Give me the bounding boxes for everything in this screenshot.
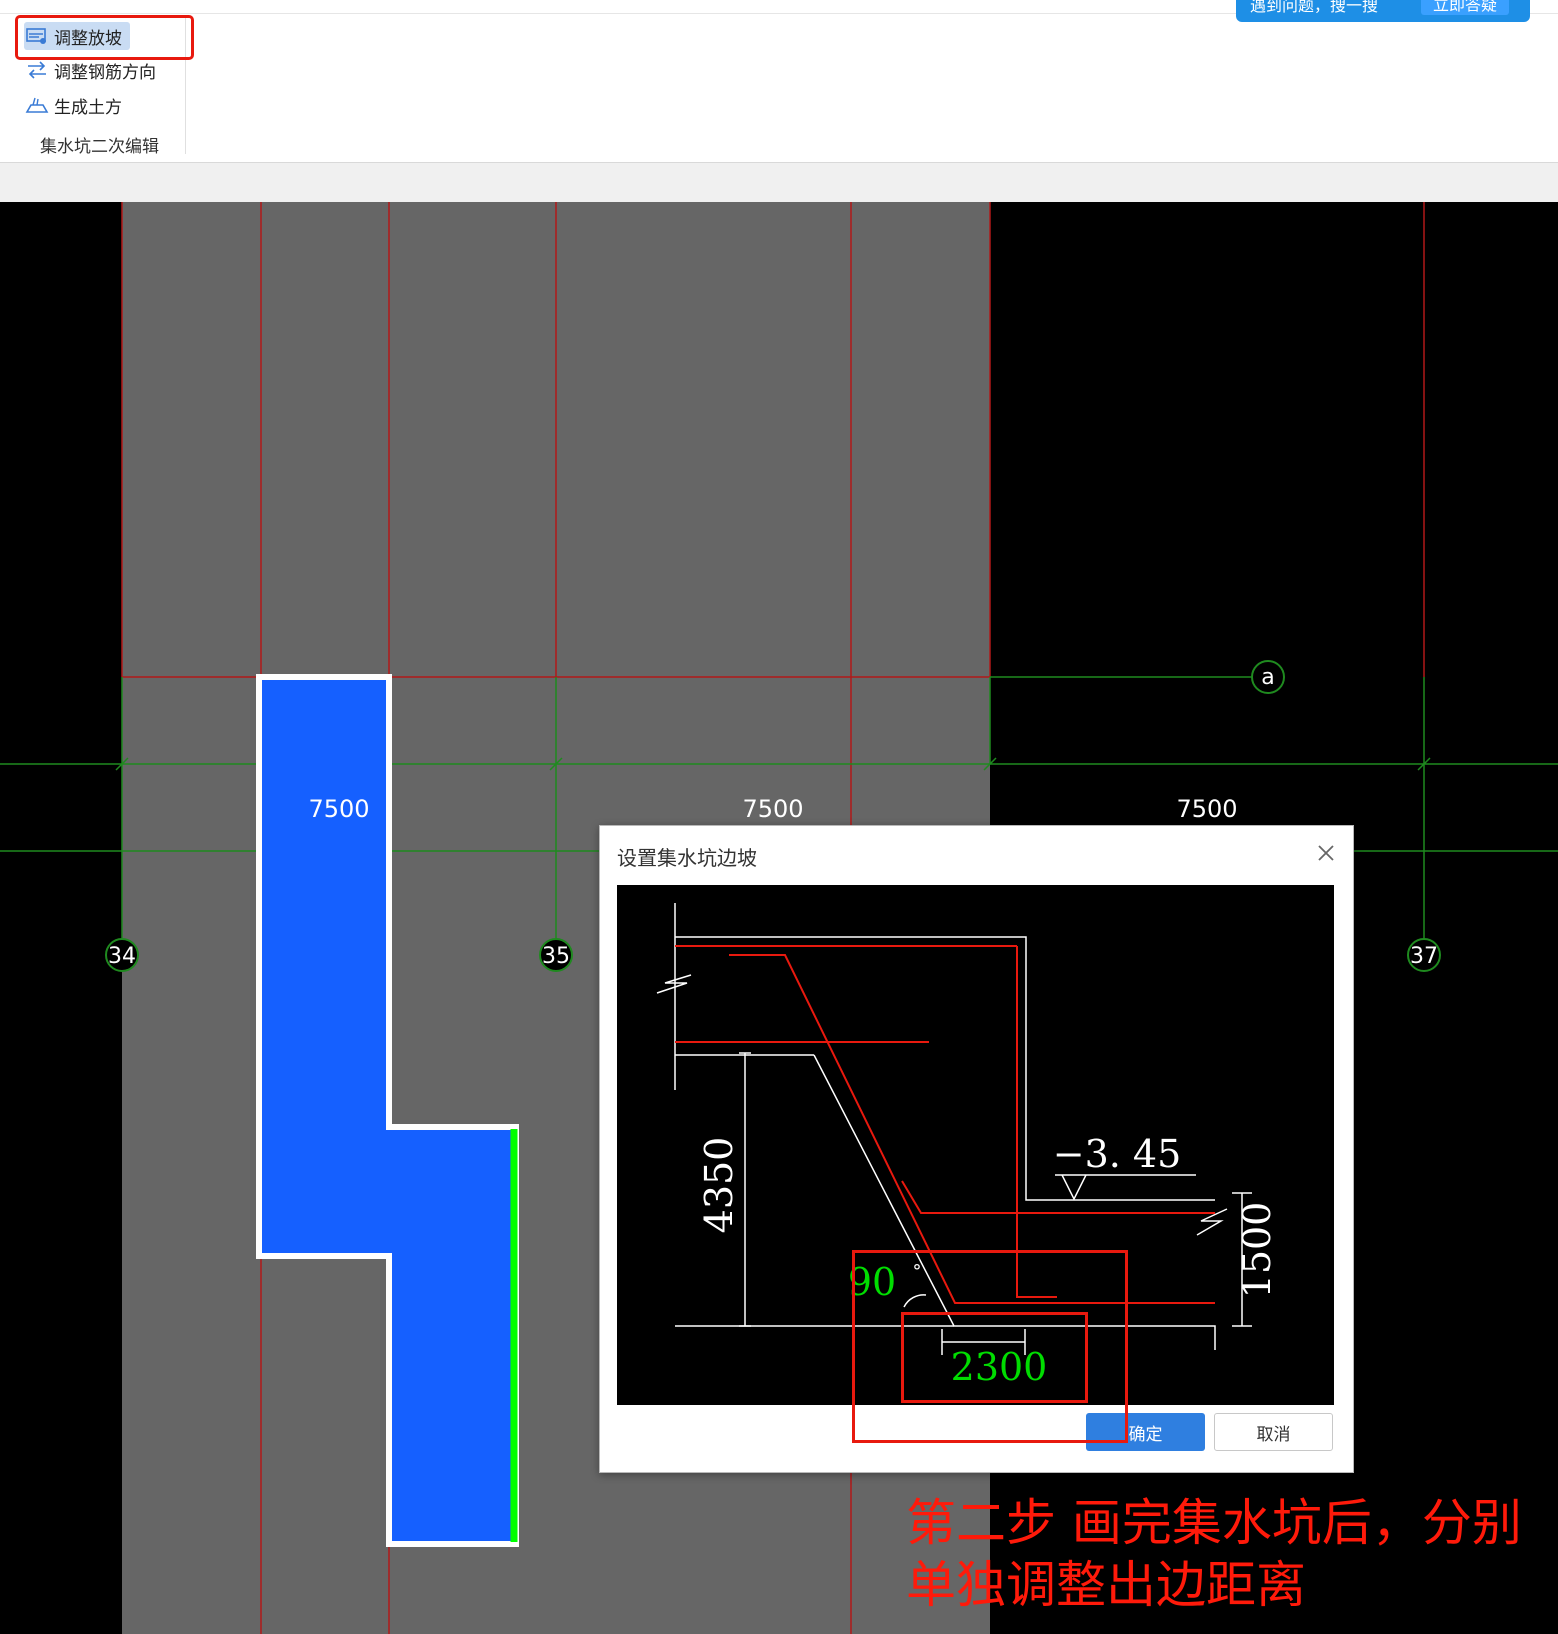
span-label: 7500 (1176, 795, 1237, 823)
axis-marker-34: 34 (105, 938, 139, 972)
cancel-button[interactable]: 取消 (1214, 1413, 1333, 1451)
help-answer-button[interactable]: 立即答疑 (1421, 0, 1509, 15)
axis-marker-label: 35 (542, 944, 570, 969)
span-label: 7500 (308, 795, 369, 823)
depth-label: 4350 (697, 1137, 741, 1234)
axis-marker-a: a (1251, 660, 1285, 694)
ribbon-toolbar: 调整放坡 调整钢筋方向 生成土方 集水坑二次编辑 遇到问题，搜一搜 立即答疑 (0, 0, 1558, 163)
adjust-rebar-direction-label: 调整钢筋方向 (54, 62, 156, 82)
elevation-label: −3. 45 (1053, 1132, 1182, 1176)
ribbon-group-label: 集水坑二次编辑 (40, 137, 159, 156)
axis-marker-label: a (1261, 665, 1274, 690)
adjust-rebar-direction-button[interactable]: 调整钢筋方向 (24, 56, 164, 84)
highlight-box-ribbon (15, 15, 194, 60)
dialog-title: 设置集水坑边坡 (617, 848, 757, 870)
highlight-box-offset (901, 1312, 1088, 1403)
axis-marker-37: 37 (1407, 938, 1441, 972)
rebar-direction-icon (24, 59, 50, 81)
tutorial-annotation: 第二步 画完集水坑后，分别单独调整出边距离 (906, 1494, 1522, 1614)
close-icon[interactable] (1313, 840, 1339, 866)
axis-marker-35: 35 (539, 938, 573, 972)
help-banner-text: 遇到问题，搜一搜 (1250, 0, 1379, 15)
thickness-label: 1500 (1235, 1202, 1279, 1299)
span-label: 7500 (742, 795, 803, 823)
earthwork-icon (24, 94, 50, 116)
help-banner: 遇到问题，搜一搜 立即答疑 (1236, 0, 1530, 22)
generate-earthwork-button[interactable]: 生成土方 (24, 91, 130, 119)
axis-marker-label: 34 (108, 944, 136, 969)
generate-earthwork-label: 生成土方 (54, 97, 122, 117)
ribbon-collapsed-strip (0, 163, 1558, 203)
axis-marker-label: 37 (1410, 944, 1438, 969)
